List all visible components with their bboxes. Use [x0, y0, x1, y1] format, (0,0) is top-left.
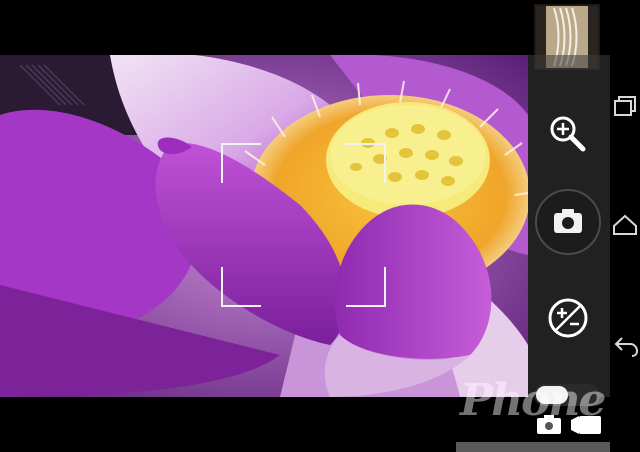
shutter-button[interactable]	[534, 188, 602, 256]
home-button[interactable]	[610, 210, 640, 240]
system-navigation-bar	[610, 0, 640, 452]
exposure-compensation-icon	[548, 298, 588, 338]
focus-corner-top-right	[346, 143, 386, 183]
home-icon	[613, 214, 637, 235]
focus-corner-top-left	[221, 143, 261, 183]
recent-apps-icon	[614, 96, 636, 116]
zoom-in-magnifier-icon	[550, 116, 586, 152]
zoom-button[interactable]	[546, 112, 588, 154]
back-button[interactable]	[610, 330, 640, 360]
focus-frame	[221, 143, 386, 307]
back-icon	[614, 337, 639, 357]
recent-apps-button[interactable]	[610, 92, 640, 122]
exposure-button[interactable]	[546, 296, 590, 340]
focus-corner-bottom-left	[221, 267, 261, 307]
camera-shutter-icon	[535, 189, 601, 255]
focus-corner-bottom-right	[346, 267, 386, 307]
